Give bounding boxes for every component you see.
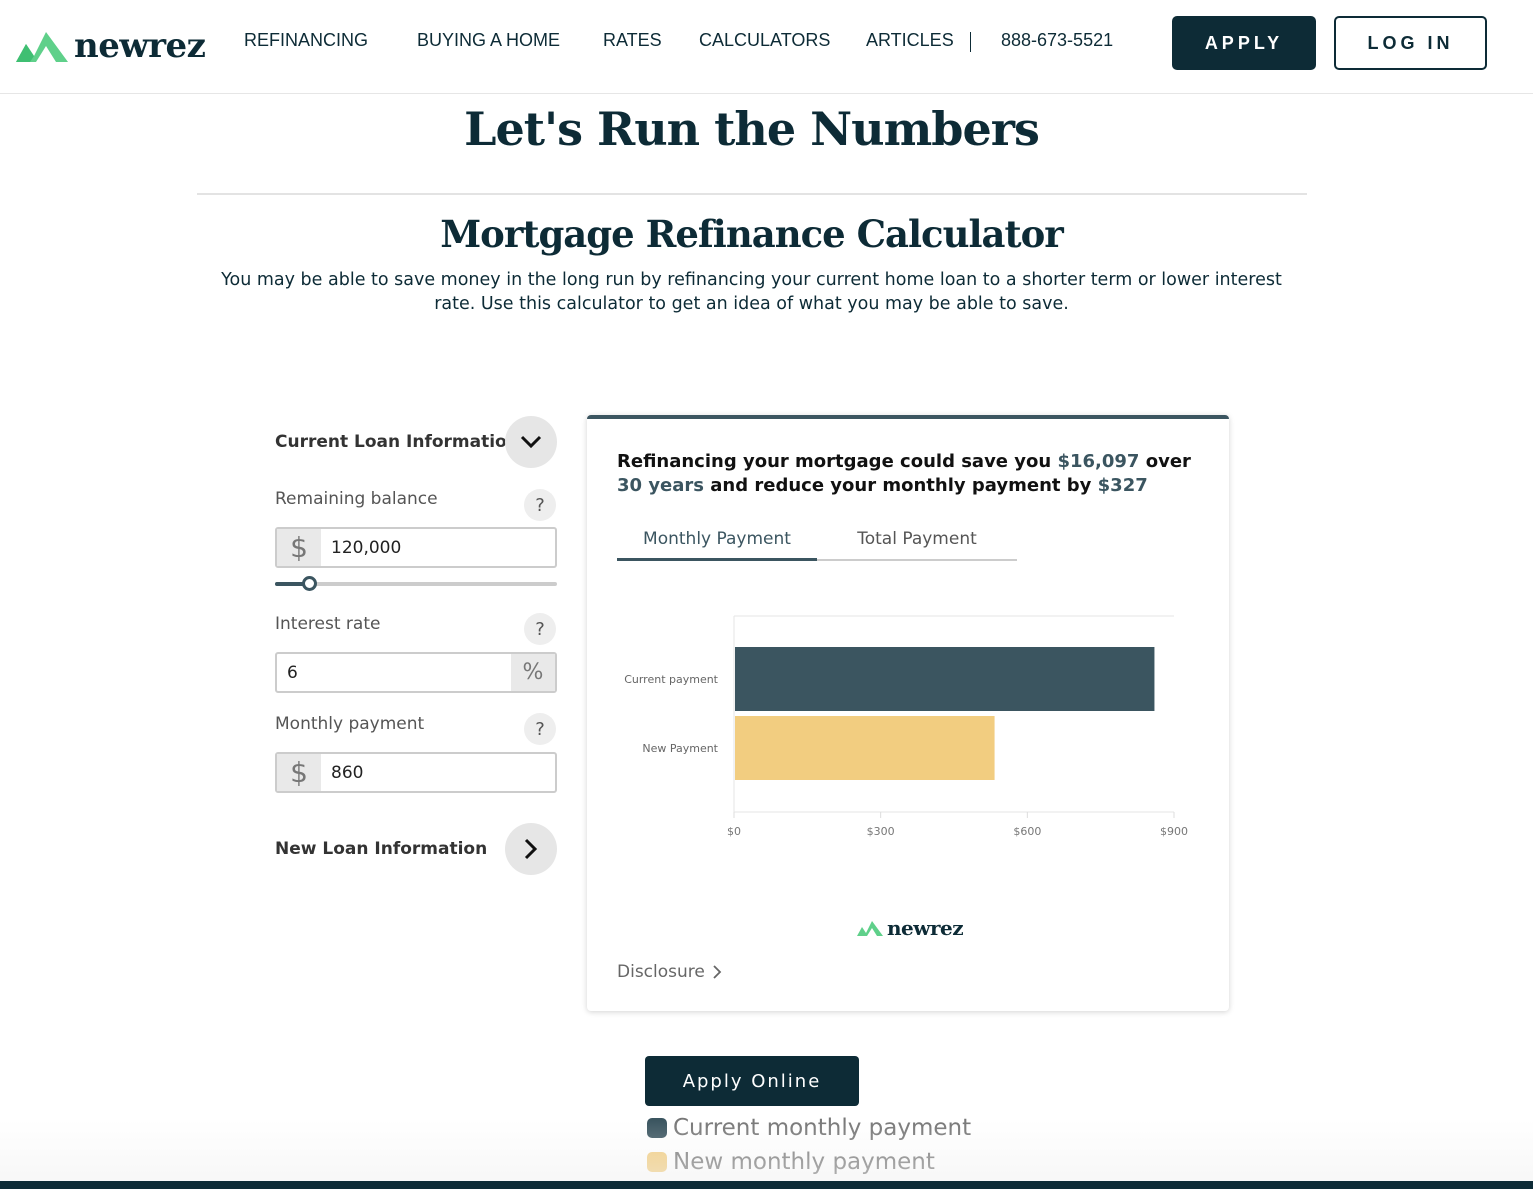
results-tabs: Monthly Payment Total Payment	[617, 523, 1017, 561]
calculator-title: Mortgage Refinance Calculator	[440, 212, 1064, 256]
x-tick-label: $300	[867, 825, 895, 838]
legend-current: Current monthly payment	[647, 1115, 971, 1141]
monthly-payment-value: 860	[331, 762, 364, 783]
bar-current-payment	[735, 647, 1155, 711]
legend-new: New monthly payment	[647, 1149, 935, 1175]
logo-text: newrez	[74, 26, 206, 66]
remaining-balance-help-icon[interactable]: ?	[524, 489, 556, 521]
payment-bar-chart: $0 $300 $600 $900 Current payment New Payment	[624, 615, 1188, 838]
results-card: Refinancing your mortgage could save you…	[587, 415, 1229, 1011]
category-label: Current payment	[624, 673, 718, 686]
interest-rate-label: Interest rate	[275, 614, 381, 634]
apply-online-button[interactable]: Apply Online	[645, 1056, 859, 1106]
site-header: newrez REFINANCING BUYING A HOME RATES C…	[0, 0, 1533, 94]
legend-swatch-current	[647, 1118, 667, 1138]
slider-thumb[interactable]	[301, 576, 317, 591]
category-label: New Payment	[642, 742, 718, 755]
headline-text: over	[1139, 451, 1191, 472]
tab-total-payment[interactable]: Total Payment	[817, 523, 1017, 561]
newrez-logo[interactable]: newrez	[16, 26, 206, 66]
interest-rate-value: 6	[287, 662, 298, 683]
remaining-balance-label: Remaining balance	[275, 489, 438, 509]
logo-mark-icon	[857, 921, 883, 936]
phone-link[interactable]: 888-673-5521	[1001, 30, 1113, 51]
monthly-payment-label: Monthly payment	[275, 714, 425, 734]
loan-term: 30 years	[617, 475, 704, 496]
monthly-payment-help-icon[interactable]: ?	[524, 713, 556, 745]
disclosure-label: Disclosure	[617, 962, 705, 982]
nav-refinancing[interactable]: REFINANCING	[244, 30, 368, 51]
nav-buying-a-home[interactable]: BUYING A HOME	[417, 30, 560, 51]
chevron-down-icon	[520, 435, 542, 449]
remaining-balance-value: 120,000	[331, 537, 402, 558]
nav-rates[interactable]: RATES	[603, 30, 662, 51]
nav-divider	[970, 32, 971, 52]
x-tick-label: $900	[1160, 825, 1188, 838]
interest-rate-input[interactable]: 6 %	[275, 652, 557, 693]
monthly-payment-input[interactable]: $ 860	[275, 752, 557, 793]
current-loan-heading: Current Loan Information	[275, 432, 519, 452]
divider	[197, 193, 1307, 195]
remaining-balance-input[interactable]: $ 120,000	[275, 527, 557, 568]
legend-label-current: Current monthly payment	[673, 1115, 972, 1141]
interest-rate-help-icon[interactable]: ?	[524, 613, 556, 645]
percent-icon: %	[511, 654, 555, 691]
footer-bar	[0, 1181, 1533, 1189]
headline-text: Refinancing your mortgage could save you	[617, 451, 1058, 472]
chevron-right-icon	[524, 838, 538, 860]
apply-button[interactable]: APPLY	[1172, 16, 1316, 70]
nav-calculators[interactable]: CALCULATORS	[699, 30, 830, 51]
current-loan-toggle[interactable]	[505, 416, 557, 468]
new-loan-heading: New Loan Information	[275, 839, 488, 859]
logo-text: newrez	[887, 916, 964, 940]
savings-headline: Refinancing your mortgage could save you…	[617, 450, 1197, 498]
logo-mark-icon	[16, 32, 68, 62]
x-tick-label: $0	[727, 825, 741, 838]
legend-label-new: New monthly payment	[673, 1149, 935, 1175]
x-tick-label: $600	[1013, 825, 1041, 838]
nav-articles[interactable]: ARTICLES	[866, 30, 954, 51]
tab-monthly-payment[interactable]: Monthly Payment	[617, 523, 817, 561]
new-loan-toggle[interactable]	[505, 823, 557, 875]
remaining-balance-slider[interactable]	[275, 576, 557, 591]
intro-text: You may be able to save money in the lon…	[221, 270, 1282, 314]
chevron-right-icon	[713, 965, 722, 979]
legend-swatch-new	[647, 1152, 667, 1172]
total-savings: $16,097	[1057, 451, 1140, 472]
dollar-icon: $	[277, 754, 321, 791]
page-title: Let's Run the Numbers	[464, 102, 1040, 156]
login-button[interactable]: LOG IN	[1334, 16, 1487, 70]
headline-text: and reduce your monthly payment by	[704, 475, 1098, 496]
bar-new-payment	[735, 716, 995, 780]
card-newrez-logo: newrez	[857, 916, 964, 940]
monthly-savings: $327	[1097, 475, 1148, 496]
disclosure-link[interactable]: Disclosure	[617, 962, 723, 982]
dollar-icon: $	[277, 529, 321, 566]
